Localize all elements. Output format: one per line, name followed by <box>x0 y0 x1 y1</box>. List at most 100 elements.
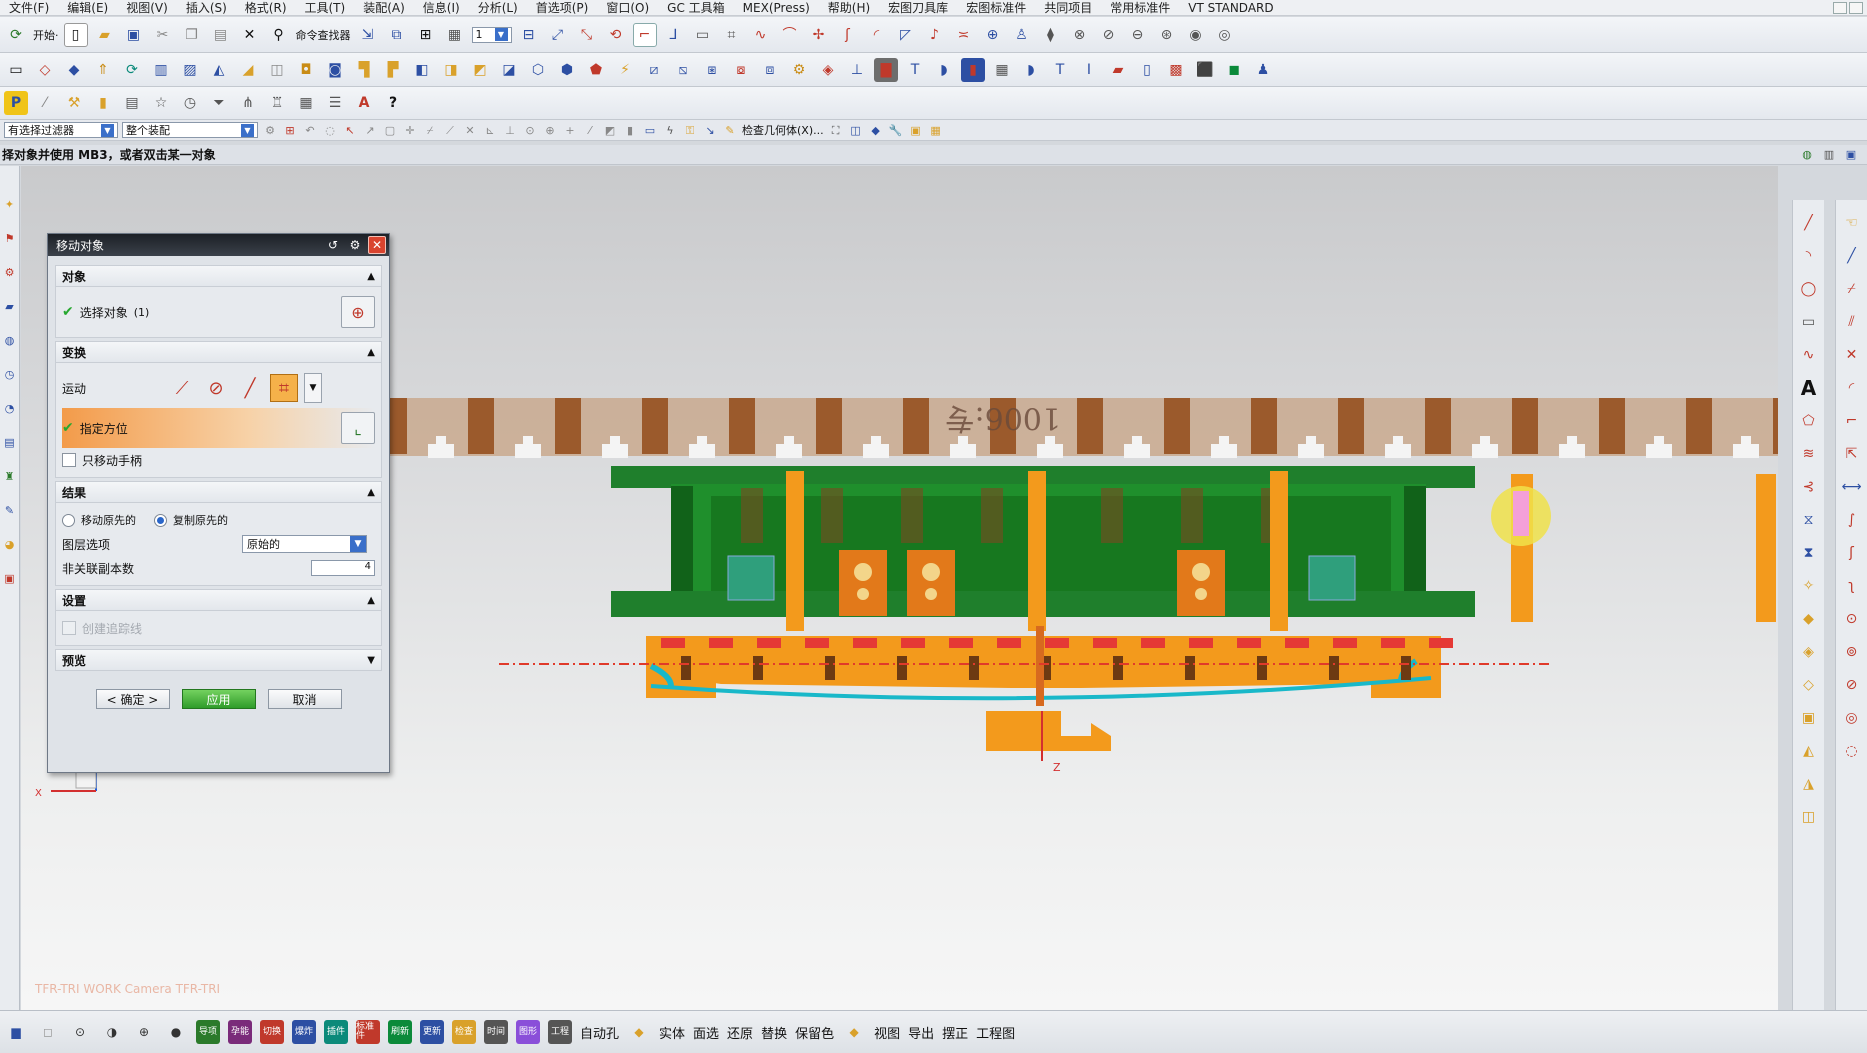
menu-item[interactable]: 帮助(H) <box>819 0 879 16</box>
point-to-point-icon[interactable]: ╱ <box>236 374 264 402</box>
line-tool-icon[interactable]: ╱ <box>1798 212 1820 234</box>
shell-icon[interactable]: ◫ <box>265 58 289 82</box>
move-handles-only-checkbox[interactable] <box>62 453 76 467</box>
analysis-icon[interactable]: ⛶ <box>828 122 844 138</box>
render-settings-icon[interactable]: ◎ <box>1213 23 1237 47</box>
polygon-tool-icon[interactable]: ⬠ <box>1798 410 1820 432</box>
menu-item[interactable]: 宏图标准件 <box>957 0 1035 16</box>
gold-cone-icon[interactable]: ◭ <box>1798 740 1820 762</box>
gold-block-icon[interactable]: ◆ <box>1798 608 1820 630</box>
text-tool-icon[interactable]: A <box>1798 377 1820 399</box>
specify-orientation-row[interactable]: ✔ 指定方位 ⌞ <box>62 408 375 448</box>
arc-icon[interactable]: ◜ <box>865 23 889 47</box>
extrude-icon[interactable]: ⇑ <box>91 58 115 82</box>
measure-icon[interactable]: ▭ <box>691 23 715 47</box>
emboss-icon[interactable]: ◢ <box>236 58 260 82</box>
minimize-icon[interactable] <box>1833 1 1847 14</box>
window-icon[interactable]: ▣ <box>1843 147 1859 163</box>
gold-plate-icon[interactable]: ◫ <box>1798 806 1820 828</box>
bottom-tool-label[interactable]: 摆正 <box>942 1023 968 1042</box>
bottom-tool-label[interactable]: 面选 <box>693 1023 719 1042</box>
selection-scope-select[interactable]: 整个装配 ▼ <box>122 122 258 138</box>
save-icon[interactable]: ▣ <box>122 23 146 47</box>
menu-item[interactable]: 编辑(E) <box>58 0 117 16</box>
cancel-button[interactable]: 取消 <box>267 689 342 709</box>
fillet-edit-icon[interactable]: ◜ <box>1841 377 1863 399</box>
image-icon[interactable]: ▦ <box>928 122 944 138</box>
join-icon[interactable]: ∫ <box>1841 509 1863 531</box>
restore-icon[interactable] <box>1849 1 1863 14</box>
open-folder-icon[interactable]: ▰ <box>93 23 117 47</box>
menu-item[interactable]: 工具(T) <box>296 0 355 16</box>
trim-icon[interactable]: ⌒ <box>778 23 802 47</box>
scale-icon[interactable]: ⇱ <box>1841 443 1863 465</box>
wcs-orient-icon[interactable]: ⌐ <box>632 22 657 47</box>
orbit-icon[interactable]: ⊕ <box>981 23 1005 47</box>
pocket-icon[interactable]: ▜ <box>352 58 376 82</box>
globe-icon[interactable]: ◍ <box>1799 147 1815 163</box>
trim-body-icon[interactable]: ◪ <box>497 58 521 82</box>
new-file-icon[interactable]: ▯ <box>63 22 88 47</box>
control-point-icon[interactable]: ⟋ <box>442 122 458 138</box>
screw-icon[interactable]: ⊘ <box>1097 23 1121 47</box>
blank-icon[interactable]: ◻ <box>36 1020 60 1044</box>
type-filter-select[interactable]: 有选择过滤器 ▼ <box>4 122 118 138</box>
on-face-icon[interactable]: ◩ <box>602 122 618 138</box>
intersect-icon[interactable]: ✢ <box>807 23 831 47</box>
menu-item[interactable]: GC 工具箱 <box>658 0 734 16</box>
diamond-icon[interactable]: ◆ <box>842 1020 866 1044</box>
offset-tool-icon[interactable]: ≋ <box>1798 443 1820 465</box>
panel-icon[interactable]: ▥ <box>1821 147 1837 163</box>
bottom-tool-label[interactable]: 替换 <box>761 1023 787 1042</box>
tool-icon[interactable]: 工程 <box>548 1020 572 1044</box>
menu-item[interactable]: 格式(R) <box>236 0 296 16</box>
gold-edit-icon[interactable]: ◮ <box>1798 773 1820 795</box>
help-icon[interactable]: ? <box>381 91 405 115</box>
ok-button[interactable]: < 确定 > <box>95 689 170 709</box>
wave-curve-icon[interactable]: ʅ <box>1841 575 1863 597</box>
draft-icon[interactable]: ⧅ <box>671 58 695 82</box>
snap-icon[interactable]: ⊞ <box>282 122 298 138</box>
menu-item[interactable]: 窗口(O) <box>597 0 658 16</box>
menu-item[interactable]: 常用标准件 <box>1101 0 1179 16</box>
bounded-icon[interactable]: ▮ <box>622 122 638 138</box>
pin-icon[interactable]: ⧫ <box>1039 23 1063 47</box>
shade-icon[interactable]: ◑ <box>100 1020 124 1044</box>
measure-distance-icon[interactable]: ↘ <box>702 122 718 138</box>
break-icon[interactable]: ✕ <box>1841 344 1863 366</box>
ejector-icon[interactable]: ▮ <box>961 57 985 82</box>
intersection-point-icon[interactable]: ✕ <box>462 122 478 138</box>
sketch-plane-icon[interactable]: ◇ <box>33 58 57 82</box>
bridge-curve-icon[interactable]: ≍ <box>952 23 976 47</box>
hd3d-icon[interactable]: ▣ <box>2 570 18 586</box>
split-curve-icon[interactable]: ʃ <box>1841 542 1863 564</box>
dialog-title-bar[interactable]: 移动对象 ↺ ⚙ ✕ <box>48 234 389 256</box>
bottom-tool-label[interactable]: 导出 <box>908 1023 934 1042</box>
mirror-icon[interactable]: ▨ <box>178 58 202 82</box>
mirror-curve-icon[interactable]: ⧖ <box>1798 509 1820 531</box>
layer-option-select[interactable]: 原始的 ▼ <box>242 535 367 553</box>
menu-item[interactable]: 宏图刀具库 <box>879 0 957 16</box>
check-geometry-button[interactable]: 检查几何体(X)... <box>742 122 824 138</box>
bottom-tool-label[interactable]: 还原 <box>727 1023 753 1042</box>
start-menu[interactable]: 开始· <box>33 27 59 43</box>
trim-edit-icon[interactable]: ⌿ <box>1841 278 1863 300</box>
spline-tool-icon[interactable]: ∿ <box>1798 344 1820 366</box>
apply-button[interactable]: 应用 <box>181 689 256 709</box>
mold-base-icon[interactable]: ▇ <box>874 57 898 82</box>
tool-icon[interactable]: 检查 <box>452 1020 476 1044</box>
eraser-icon[interactable]: ◈ <box>816 58 840 82</box>
cavity-icon[interactable]: ◗ <box>1019 58 1043 82</box>
crosshair-icon[interactable]: ⊕ <box>132 1020 156 1044</box>
result-group-header[interactable]: 结果 ▲ <box>55 481 382 503</box>
sheet-icon[interactable]: ▦ <box>294 91 318 115</box>
circle-c-icon[interactable]: ⊘ <box>1841 674 1863 696</box>
reset-icon[interactable]: ↺ <box>324 236 342 254</box>
text-icon[interactable]: A <box>352 91 376 115</box>
mid-point-icon[interactable]: ⌿ <box>422 122 438 138</box>
extend-icon[interactable]: ⫽ <box>1841 311 1863 333</box>
center-point-icon[interactable]: ⊙ <box>522 122 538 138</box>
assembly-icon[interactable]: ♖ <box>265 91 289 115</box>
bottom-tool-label[interactable]: 实体 <box>659 1023 685 1042</box>
circle-tool-icon[interactable]: ◯ <box>1798 278 1820 300</box>
